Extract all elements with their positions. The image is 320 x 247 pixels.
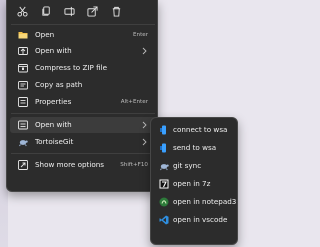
menu-item-label: Show more options [35,160,105,169]
open-with-icon [18,46,28,56]
vscode-icon [159,215,169,225]
submenu-item-git-sync[interactable]: git sync [154,157,236,174]
submenu-item-send-wsa[interactable]: send to wsa [154,139,236,156]
menu-item-tortoisegit[interactable]: TortoiseGit [10,134,156,150]
menu-item-shortcut: Enter [132,32,148,38]
menu-item-copy-as-path[interactable]: Copy as path [10,77,156,93]
menu-item-compress-zip[interactable]: Compress to ZIP file [10,60,156,76]
share-icon[interactable] [85,4,99,18]
open-with-icon [18,120,28,130]
separator [11,113,155,114]
menu-item-open-with-extended[interactable]: Open with [10,117,156,133]
menu-item-label: Open with [35,46,72,55]
submenu-item-open-7z[interactable]: open in 7z [154,175,236,192]
submenu-item-label: open in vscode [173,215,228,224]
submenu-item-label: send to wsa [173,143,217,152]
separator [11,153,155,154]
menu-item-open[interactable]: Open Enter [10,27,156,43]
zip-icon [18,63,28,73]
submenu-item-open-vscode[interactable]: open in vscode [154,211,236,228]
cut-icon[interactable] [15,4,29,18]
open-with-submenu: connect to wsa send to wsa git sync open… [150,117,238,245]
chevron-right-icon [142,47,147,55]
tortoisegit-icon [18,137,28,147]
menu-item-label: Properties [35,97,72,106]
notepad3-icon [159,197,169,207]
wsa-icon [159,143,169,153]
submenu-item-label: open in 7z [173,179,211,188]
chevron-right-icon [142,138,147,146]
delete-icon[interactable] [109,4,123,18]
properties-icon [18,97,28,107]
submenu-item-connect-wsa[interactable]: connect to wsa [154,121,236,138]
context-menu: Open Enter Open with Compress to ZIP fil… [6,0,158,192]
menu-item-label: TortoiseGit [35,137,74,146]
wsa-icon [159,125,169,135]
menu-item-label: Open [35,30,55,39]
submenu-item-label: open in notepad3 [173,197,237,206]
menu-item-shortcut: Alt+Enter [120,99,148,105]
separator [11,24,155,25]
menu-item-show-more-options[interactable]: Show more options Shift+F10 [10,157,156,173]
submenu-item-label: git sync [173,161,202,170]
menu-item-shortcut: Shift+F10 [120,162,148,168]
more-options-icon [18,160,28,170]
menu-item-label: Open with [35,120,72,129]
menu-item-label: Copy as path [35,80,83,89]
sevenzip-icon [159,179,169,189]
context-toolbar [7,0,157,24]
menu-item-label: Compress to ZIP file [35,63,108,72]
copy-path-icon [18,80,28,90]
copy-icon[interactable] [39,4,53,18]
open-folder-icon [18,30,28,40]
menu-item-properties[interactable]: Properties Alt+Enter [10,94,156,110]
tortoisegit-icon [159,161,169,171]
submenu-item-open-notepad3[interactable]: open in notepad3 [154,193,236,210]
chevron-right-icon [142,121,147,129]
rename-icon[interactable] [62,4,76,18]
menu-item-open-with[interactable]: Open with [10,43,156,59]
submenu-item-label: connect to wsa [173,125,228,134]
